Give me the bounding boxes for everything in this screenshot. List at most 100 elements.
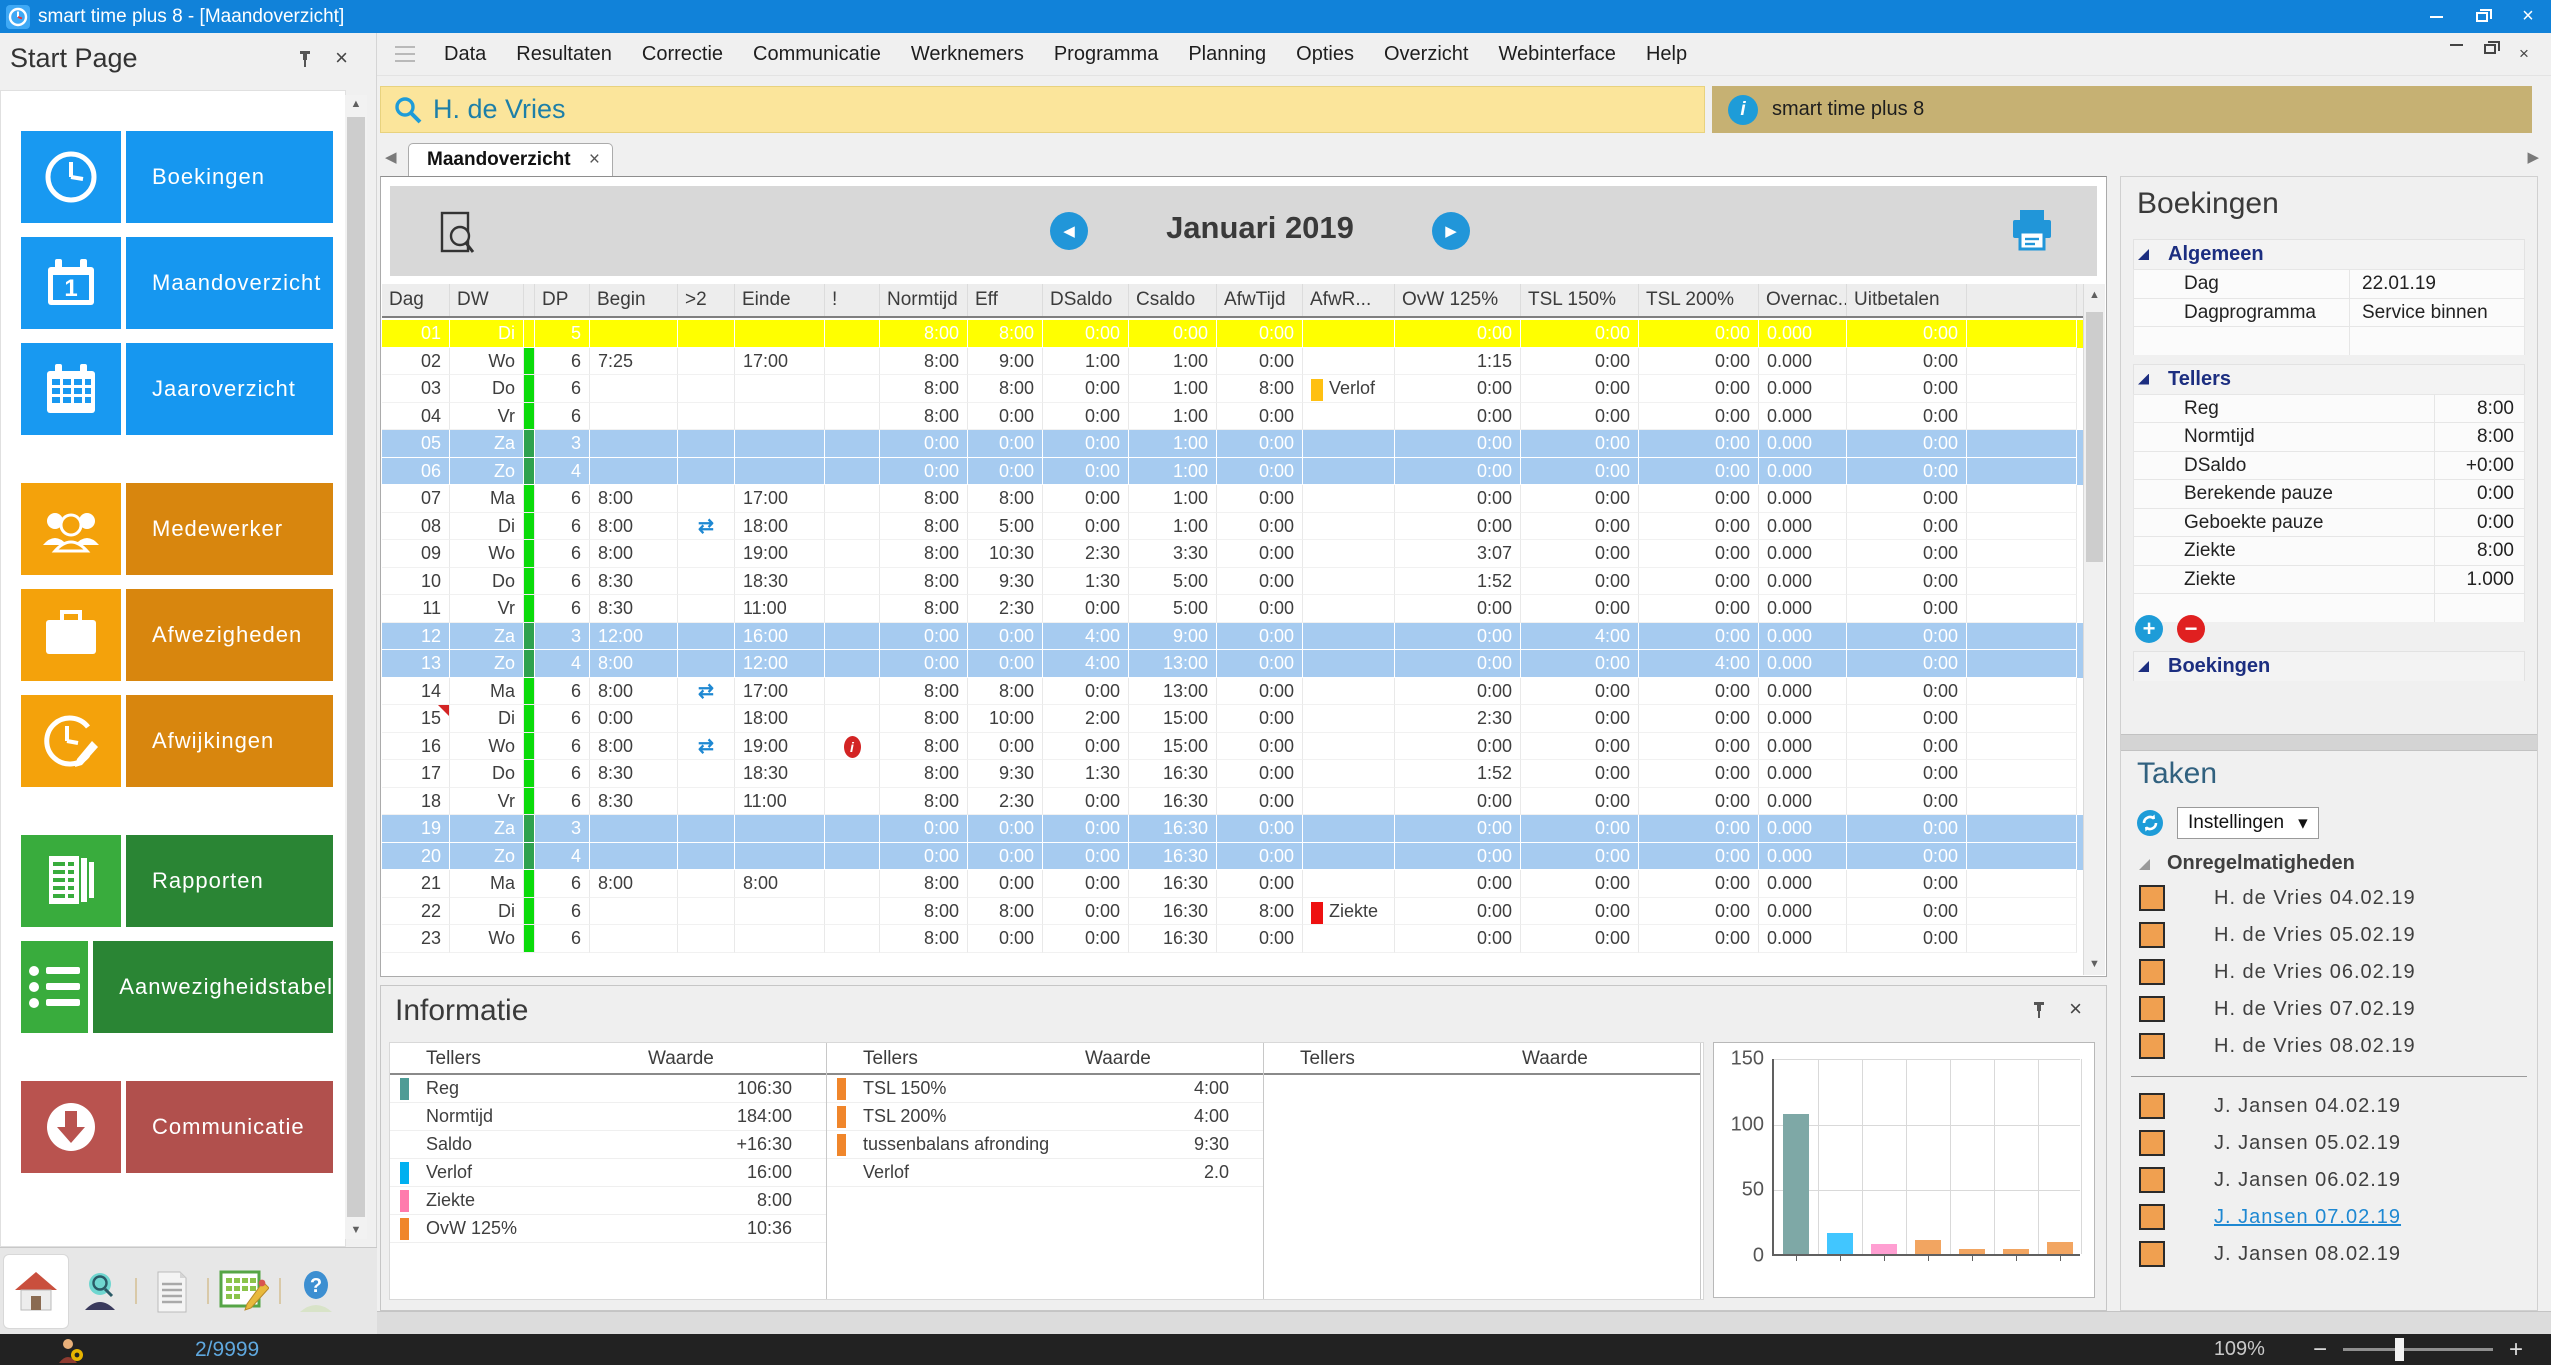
- sidebar-item-boekingen[interactable]: Boekingen: [21, 131, 333, 223]
- cell-einde[interactable]: [735, 430, 825, 458]
- cell-tsl-200-[interactable]: 0:00: [1639, 568, 1759, 596]
- cell-daymark[interactable]: [524, 788, 535, 816]
- property-row-ziekte[interactable]: Ziekte1.000: [2133, 565, 2525, 594]
- cell-dw[interactable]: Vr: [450, 788, 524, 816]
- cell-normtijd[interactable]: 8:00: [880, 568, 968, 596]
- zoom-slider[interactable]: [2343, 1348, 2493, 1351]
- cell-sync[interactable]: [678, 568, 735, 596]
- cell-dw[interactable]: Do: [450, 760, 524, 788]
- cell-warning[interactable]: [825, 650, 880, 678]
- cell-absence-reason[interactable]: [1303, 485, 1395, 513]
- cell-dsaldo[interactable]: 0:00: [1043, 375, 1129, 403]
- cell-tsl-150-[interactable]: 0:00: [1521, 788, 1639, 816]
- cell-overnac-[interactable]: 0.000: [1759, 568, 1847, 596]
- cell-afwtijd[interactable]: 0:00: [1217, 348, 1303, 376]
- cell-eff[interactable]: 8:00: [968, 898, 1043, 926]
- column-header-eff[interactable]: Eff: [968, 284, 1043, 316]
- sidebar-item-jaaroverzicht[interactable]: Jaaroverzicht: [21, 343, 333, 435]
- cell-dsaldo[interactable]: 4:00: [1043, 650, 1129, 678]
- cell-filler[interactable]: [1967, 870, 2077, 898]
- cell-daymark[interactable]: [524, 760, 535, 788]
- cell-warning[interactable]: [825, 540, 880, 568]
- cell-tsl-200-[interactable]: 0:00: [1639, 678, 1759, 706]
- cell-dp[interactable]: 6: [535, 375, 590, 403]
- cell-einde[interactable]: [735, 320, 825, 348]
- property-row-berekende-pauze[interactable]: Berekende pauze0:00: [2133, 479, 2525, 508]
- task-item[interactable]: J. Jansen 04.02.19: [2127, 1089, 2531, 1126]
- counter-row-ovw-125-[interactable]: OvW 125%10:36: [390, 1215, 826, 1243]
- cell-dw[interactable]: Zo: [450, 650, 524, 678]
- cell-csaldo[interactable]: 16:30: [1129, 925, 1217, 953]
- cell-uitbetalen[interactable]: 0:00: [1847, 843, 1967, 871]
- cell-uitbetalen[interactable]: 0:00: [1847, 540, 1967, 568]
- cell-dp[interactable]: 6: [535, 485, 590, 513]
- cell-begin[interactable]: 8:00: [590, 650, 678, 678]
- cell-begin[interactable]: [590, 898, 678, 926]
- cell-csaldo[interactable]: 15:00: [1129, 733, 1217, 761]
- cell-dag[interactable]: 14: [382, 678, 450, 706]
- cell-normtijd[interactable]: 8:00: [880, 733, 968, 761]
- mdi-close-button[interactable]: ×: [2507, 44, 2541, 64]
- cell-dw[interactable]: Ma: [450, 678, 524, 706]
- cell-dag[interactable]: 01: [382, 320, 450, 348]
- cell-warning[interactable]: [825, 595, 880, 623]
- cell-normtijd[interactable]: 8:00: [880, 485, 968, 513]
- menu-item-programma[interactable]: Programma: [1039, 43, 1173, 66]
- tab-scroll-left-icon[interactable]: ◀: [385, 148, 397, 166]
- cell-daymark[interactable]: [524, 568, 535, 596]
- cell-dp[interactable]: 6: [535, 595, 590, 623]
- cell-tsl-200-[interactable]: 0:00: [1639, 925, 1759, 953]
- cell-sync[interactable]: [678, 403, 735, 431]
- cell-dw[interactable]: Do: [450, 568, 524, 596]
- zoom-in-button[interactable]: +: [2509, 1336, 2523, 1364]
- cell-tsl-150-[interactable]: 4:00: [1521, 623, 1639, 651]
- column-header-ovw-125-[interactable]: OvW 125%: [1395, 284, 1521, 316]
- cell-ovw-125-[interactable]: 0:00: [1395, 870, 1521, 898]
- cell-warning[interactable]: [825, 898, 880, 926]
- cell-sync[interactable]: [678, 760, 735, 788]
- cell-daymark[interactable]: [524, 320, 535, 348]
- cell-filler[interactable]: [1967, 320, 2077, 348]
- cell-afwtijd[interactable]: 8:00: [1217, 375, 1303, 403]
- cell-dsaldo[interactable]: 2:30: [1043, 540, 1129, 568]
- cell-sync[interactable]: [678, 348, 735, 376]
- cell-normtijd[interactable]: 0:00: [880, 430, 968, 458]
- cell-daymark[interactable]: [524, 458, 535, 486]
- property-row-normtijd[interactable]: Normtijd8:00: [2133, 422, 2525, 451]
- column-header-overnac-[interactable]: Overnac...: [1759, 284, 1847, 316]
- cell-dw[interactable]: Vr: [450, 595, 524, 623]
- previous-month-button[interactable]: ◀: [1050, 212, 1088, 250]
- property-row-geboekte-pauze[interactable]: Geboekte pauze0:00: [2133, 508, 2525, 537]
- column-header[interactable]: [1967, 284, 2077, 316]
- cell-normtijd[interactable]: 8:00: [880, 595, 968, 623]
- cell-sync[interactable]: [678, 458, 735, 486]
- cell-dsaldo[interactable]: 0:00: [1043, 513, 1129, 541]
- cell-uitbetalen[interactable]: 0:00: [1847, 815, 1967, 843]
- cell-normtijd[interactable]: 0:00: [880, 815, 968, 843]
- cell-overnac-[interactable]: 0.000: [1759, 595, 1847, 623]
- cell-dsaldo[interactable]: 0:00: [1043, 788, 1129, 816]
- cell-filler[interactable]: [1967, 815, 2077, 843]
- cell-tsl-150-[interactable]: 0:00: [1521, 513, 1639, 541]
- day-row-05[interactable]: 05Za30:000:000:001:000:000:000:000:000.0…: [382, 430, 2083, 458]
- cell-afwtijd[interactable]: 0:00: [1217, 925, 1303, 953]
- column-header-csaldo[interactable]: Csaldo: [1129, 284, 1217, 316]
- cell-filler[interactable]: [1967, 650, 2077, 678]
- cell-dp[interactable]: 6: [535, 403, 590, 431]
- print-icon[interactable]: [2009, 208, 2055, 252]
- cell-dag[interactable]: 02: [382, 348, 450, 376]
- cell-overnac-[interactable]: 0.000: [1759, 320, 1847, 348]
- cell-overnac-[interactable]: 0.000: [1759, 650, 1847, 678]
- cell-eff[interactable]: 2:30: [968, 788, 1043, 816]
- cell-afwtijd[interactable]: 0:00: [1217, 815, 1303, 843]
- cell-begin[interactable]: 8:30: [590, 760, 678, 788]
- cell-overnac-[interactable]: 0.000: [1759, 513, 1847, 541]
- column-header[interactable]: [524, 284, 535, 316]
- cell-ovw-125-[interactable]: 0:00: [1395, 403, 1521, 431]
- menu-item-werknemers[interactable]: Werknemers: [896, 43, 1039, 66]
- cell-einde[interactable]: 19:00: [735, 540, 825, 568]
- cell-uitbetalen[interactable]: 0:00: [1847, 595, 1967, 623]
- sidebar-item-afwezigheden[interactable]: Afwezigheden: [21, 589, 333, 681]
- day-row-09[interactable]: 09Wo68:0019:008:0010:302:303:300:003:070…: [382, 540, 2083, 568]
- cell-eff[interactable]: 9:30: [968, 568, 1043, 596]
